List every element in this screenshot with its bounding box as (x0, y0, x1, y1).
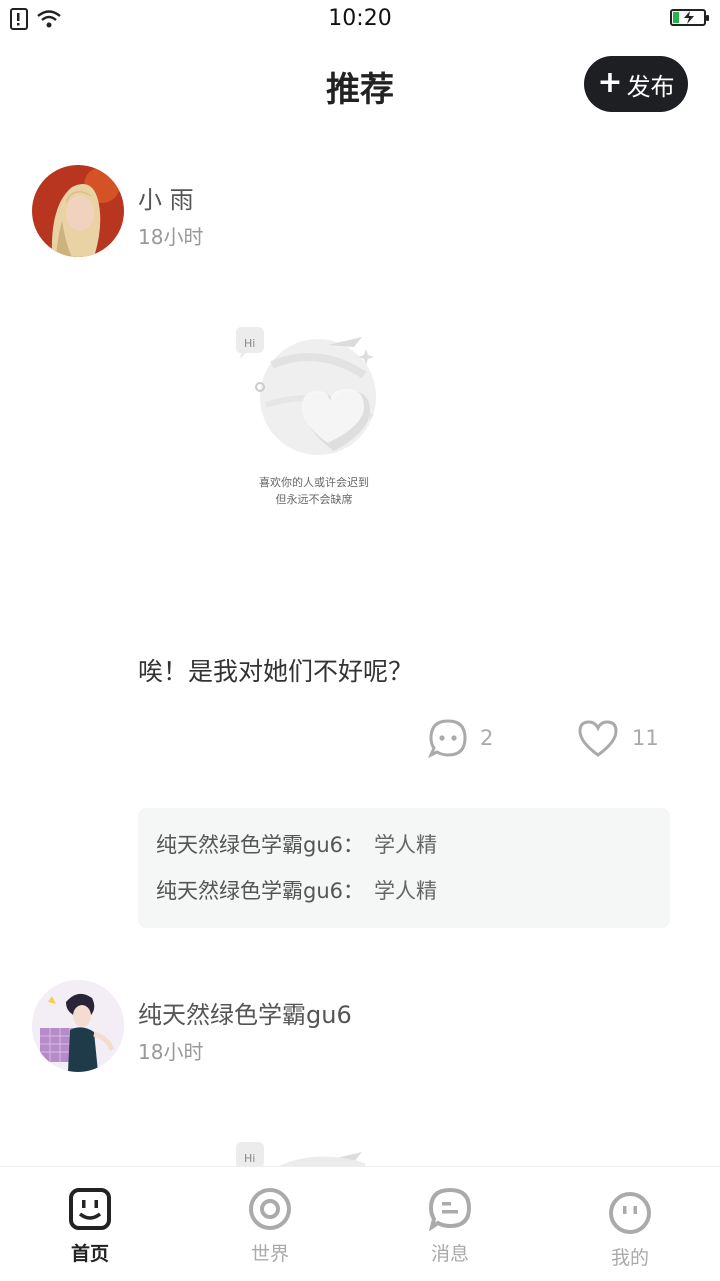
placeholder-caption-1: 喜欢你的人或许会迟到 (259, 476, 369, 489)
avatar[interactable] (32, 980, 124, 1072)
tab-profile[interactable]: 我的 (540, 1167, 720, 1281)
comment-item[interactable]: 纯天然绿色学霸gu6： 学人精 (156, 868, 652, 914)
tab-world[interactable]: 世界 (180, 1167, 360, 1281)
hi-bubble-text: Hi (244, 1152, 255, 1165)
status-bar: 10:20 (0, 0, 720, 40)
tab-label: 首页 (70, 1243, 109, 1265)
header: 推荐 + 发布 (0, 40, 720, 130)
home-face-icon (69, 1188, 111, 1230)
tab-label: 消息 (430, 1243, 469, 1265)
comment-text: 学人精 (374, 879, 437, 903)
bottom-tab-bar: 首页 世界 消息 我的 (0, 1166, 720, 1281)
avatar[interactable] (32, 165, 124, 257)
image-placeholder[interactable]: Hi 喜欢你的人或许会迟到 但永远不会缺席 (232, 325, 392, 506)
tab-messages[interactable]: 消息 (360, 1167, 540, 1281)
post-time: 18小时 (138, 225, 204, 249)
publish-label: 发布 (626, 72, 675, 101)
like-button[interactable]: 11 (576, 718, 659, 758)
post-author[interactable]: 纯天然绿色学霸gu6 (138, 995, 352, 1030)
publish-button[interactable]: + 发布 (584, 56, 688, 112)
battery-icon (670, 9, 709, 26)
comment-text: 学人精 (374, 833, 437, 857)
tab-label: 世界 (250, 1243, 289, 1265)
post-time: 18小时 (138, 1040, 204, 1064)
comment-author: 纯天然绿色学霸gu6： (156, 833, 364, 857)
profile-face-icon (609, 1192, 651, 1234)
comment-count: 2 (480, 726, 494, 750)
post-content: 唉！是我对她们不好呢？ (138, 657, 414, 686)
comment-list: 纯天然绿色学霸gu6： 学人精 纯天然绿色学霸gu6： 学人精 (138, 808, 670, 928)
placeholder-caption-2: 但永远不会缺席 (275, 493, 353, 506)
comment-button[interactable]: 2 (428, 718, 493, 758)
world-ring-icon (249, 1188, 291, 1230)
comment-item[interactable]: 纯天然绿色学霸gu6： 学人精 (156, 822, 652, 868)
tab-home[interactable]: 首页 (0, 1167, 180, 1281)
post-author[interactable]: 小 雨 (138, 180, 194, 215)
message-bubble-icon (428, 1187, 472, 1231)
comment-author: 纯天然绿色学霸gu6： (156, 879, 364, 903)
plus-icon: + (597, 65, 623, 100)
like-count: 11 (632, 726, 659, 750)
image-placeholder[interactable]: Hi (232, 1140, 392, 1166)
comment-icon (428, 719, 467, 758)
hi-bubble-text: Hi (244, 337, 255, 350)
planet-heart-illustration: Hi (236, 1142, 366, 1166)
heart-icon (578, 720, 618, 757)
planet-heart-illustration: Hi (236, 327, 376, 455)
post-actions: 2 11 (0, 718, 720, 768)
status-time: 10:20 (328, 6, 392, 31)
tab-label: 我的 (610, 1247, 649, 1269)
